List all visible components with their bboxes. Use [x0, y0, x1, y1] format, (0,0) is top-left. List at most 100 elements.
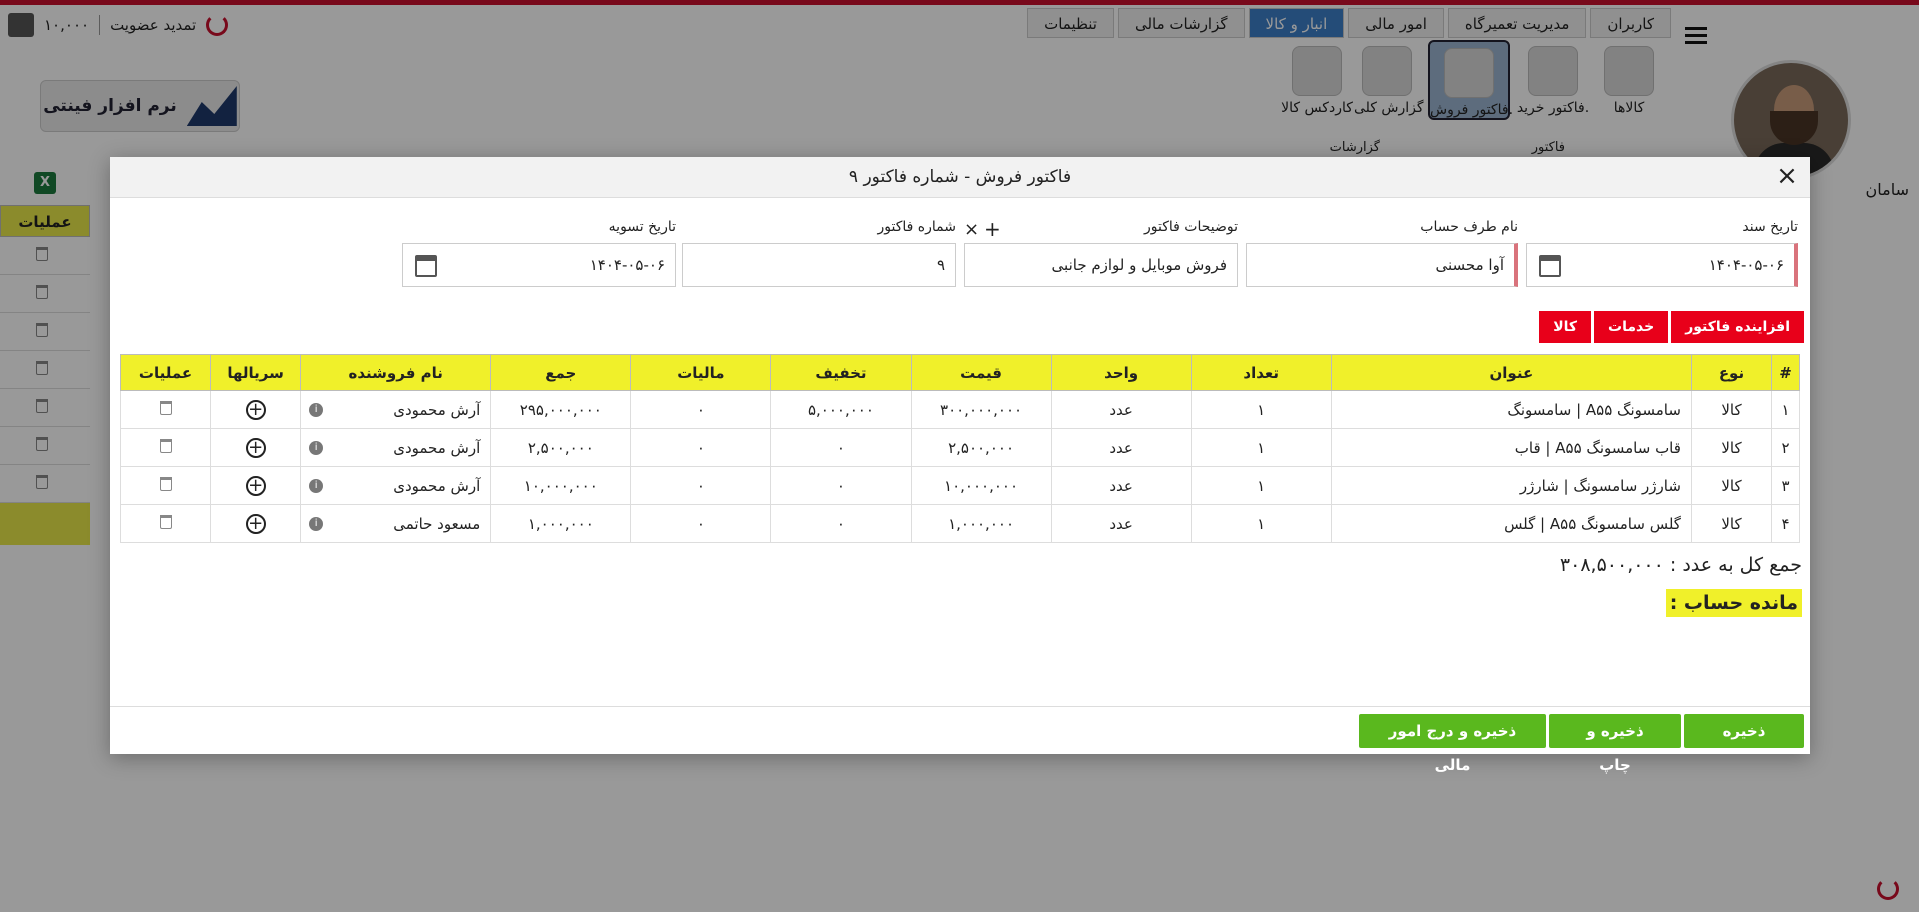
cell-price: ۲,۵۰۰,۰۰۰ [910, 428, 1052, 467]
cell-sum: ۱۰,۰۰۰,۰۰۰ [490, 466, 632, 505]
cell-serials: + [210, 428, 302, 467]
cell-n: ۳ [1770, 466, 1801, 505]
add-serial-icon[interactable]: + [245, 475, 266, 496]
cell-sum: ۱,۰۰۰,۰۰۰ [490, 504, 632, 543]
invoice-number-label: شماره فاکتور [877, 219, 956, 235]
column-header: سریالها [210, 354, 302, 391]
table-row: ۲ کالا قاب سامسونگ A۵۵ | قاب ۱ عدد ۲,۵۰۰,۰۰۰ ۰… [119, 428, 1801, 467]
cell-title: گلس سامسونگ A۵۵ | گلس [1330, 504, 1692, 543]
cell-unit: عدد [1050, 390, 1192, 429]
trash-icon[interactable] [159, 400, 172, 415]
tab-services[interactable]: خدمات [1594, 311, 1669, 343]
table-row: ۱ کالا سامسونگ A۵۵ | سامسونگ ۱ عدد ۳۰۰,۰۰۰,۰۰… [119, 390, 1801, 429]
column-header: مالیات [630, 354, 772, 391]
description-label-row: توضیحات فاکتور + × [964, 217, 1238, 241]
seller-name: آرش محمودی [393, 476, 481, 495]
cell-discount: ۵,۰۰۰,۰۰۰ [770, 390, 912, 429]
account-value: آوا محسنی [1435, 256, 1504, 274]
account-label: نام طرف حساب [1420, 219, 1518, 235]
seller-name: آرش محمودی [393, 400, 481, 419]
cell-actions [119, 428, 212, 467]
cell-n: ۱ [1770, 390, 1801, 429]
description-input[interactable]: فروش موبایل و لوازم جانبی [964, 243, 1238, 287]
invoice-number-value: ۹ [936, 256, 945, 274]
invoice-number-field: شماره فاکتور ۹ [682, 219, 956, 287]
cell-title: قاب سامسونگ A۵۵ | قاب [1330, 428, 1692, 467]
column-header: عنوان [1330, 354, 1692, 391]
cell-unit: عدد [1050, 428, 1192, 467]
calendar-icon[interactable] [1539, 255, 1561, 277]
cell-serials: + [210, 466, 302, 505]
invoice-number-input[interactable]: ۹ [682, 243, 956, 287]
cell-serials: + [210, 390, 302, 429]
info-icon[interactable]: i [309, 403, 324, 417]
clear-icon[interactable]: × [964, 219, 979, 240]
tab-invoice-additions[interactable]: افزاینده فاکتور [1671, 311, 1804, 343]
cell-discount: ۰ [770, 466, 912, 505]
balance-label: مانده حساب : [1665, 589, 1802, 617]
add-icon[interactable]: + [984, 217, 1001, 241]
column-header: عملیات [119, 354, 212, 391]
cell-n: ۴ [1770, 504, 1801, 543]
column-header: نوع [1690, 354, 1772, 391]
description-value: فروش موبایل و لوازم جانبی [1051, 256, 1227, 274]
doc-date-field: تاریخ سند ۱۴۰۴-۰۵-۰۶ [1526, 219, 1798, 287]
account-field: نام طرف حساب آوا محسنی [1246, 219, 1518, 287]
info-icon[interactable]: i [309, 517, 324, 531]
cell-discount: ۰ [770, 504, 912, 543]
save-finance-button[interactable]: ذخیره و درج امور مالی [1359, 714, 1546, 774]
invoice-items-table: # نوع عنوان تعداد واحد قیمت تخفیف مالیات جمع نام … [119, 354, 1801, 543]
cell-discount: ۰ [770, 428, 912, 467]
settle-date-value: ۱۴۰۴-۰۵-۰۶ [589, 256, 665, 274]
cell-tax: ۰ [630, 466, 772, 505]
cell-serials: + [210, 504, 302, 543]
cell-actions [119, 390, 212, 429]
trash-icon[interactable] [159, 514, 172, 529]
settle-date-label: تاریخ تسویه [608, 219, 676, 235]
cell-unit: عدد [1050, 504, 1192, 543]
save-print-button[interactable]: ذخیره و چاپ [1549, 714, 1681, 774]
seller-name: مسعود حاتمی [393, 514, 481, 533]
table-row: ۴ کالا گلس سامسونگ A۵۵ | گلس ۱ عدد ۱,۰۰۰,۰۰۰ ۰… [119, 504, 1801, 543]
cell-price: ۱۰,۰۰۰,۰۰۰ [910, 466, 1052, 505]
info-icon[interactable]: i [309, 441, 324, 455]
cell-unit: عدد [1050, 466, 1192, 505]
add-serial-icon[interactable]: + [245, 399, 266, 420]
cell-sum: ۲,۵۰۰,۰۰۰ [490, 428, 632, 467]
trash-icon[interactable] [159, 438, 172, 453]
total-value: ۳۰۸,۵۰۰,۰۰۰ [1559, 554, 1664, 576]
cell-type: کالا [1690, 390, 1772, 429]
cell-type: کالا [1690, 504, 1772, 543]
cell-type: کالا [1690, 428, 1772, 467]
cell-title: شارژر سامسونگ | شارژر [1330, 466, 1692, 505]
doc-date-input[interactable]: ۱۴۰۴-۰۵-۰۶ [1526, 243, 1798, 287]
cell-price: ۱,۰۰۰,۰۰۰ [910, 504, 1052, 543]
cell-type: کالا [1690, 466, 1772, 505]
description-field: توضیحات فاکتور + × فروش موبایل و لوازم ج… [964, 217, 1238, 287]
cell-seller: آرش محمودی i [300, 428, 492, 467]
add-serial-icon[interactable]: + [245, 437, 266, 458]
save-button[interactable]: ذخیره [1684, 714, 1804, 748]
cell-sum: ۲۹۵,۰۰۰,۰۰۰ [490, 390, 632, 429]
account-input[interactable]: آوا محسنی [1246, 243, 1518, 287]
trash-icon[interactable] [159, 476, 172, 491]
cell-tax: ۰ [630, 504, 772, 543]
sales-invoice-modal: فاکتور فروش - شماره فاکتور ۹ × تاریخ سند… [110, 157, 1810, 774]
cell-seller: مسعود حاتمی i [300, 504, 492, 543]
cell-n: ۲ [1770, 428, 1801, 467]
tab-goods[interactable]: کالا [1539, 311, 1592, 343]
cell-seller: آرش محمودی i [300, 466, 492, 505]
column-header: تعداد [1190, 354, 1332, 391]
seller-name: آرش محمودی [393, 438, 481, 457]
total-row: جمع کل به عدد : ۳۰۸,۵۰۰,۰۰۰ [1560, 554, 1802, 576]
add-serial-icon[interactable]: + [245, 513, 266, 534]
info-icon[interactable]: i [309, 479, 324, 493]
settle-date-input[interactable]: ۱۴۰۴-۰۵-۰۶ [402, 243, 676, 287]
column-header: تخفیف [770, 354, 912, 391]
calendar-icon[interactable] [415, 255, 437, 277]
column-header: جمع [490, 354, 632, 391]
doc-date-value: ۱۴۰۴-۰۵-۰۶ [1708, 256, 1784, 274]
close-icon[interactable]: × [1776, 163, 1798, 189]
doc-date-label: تاریخ سند [1742, 219, 1798, 235]
cell-actions [119, 504, 212, 543]
